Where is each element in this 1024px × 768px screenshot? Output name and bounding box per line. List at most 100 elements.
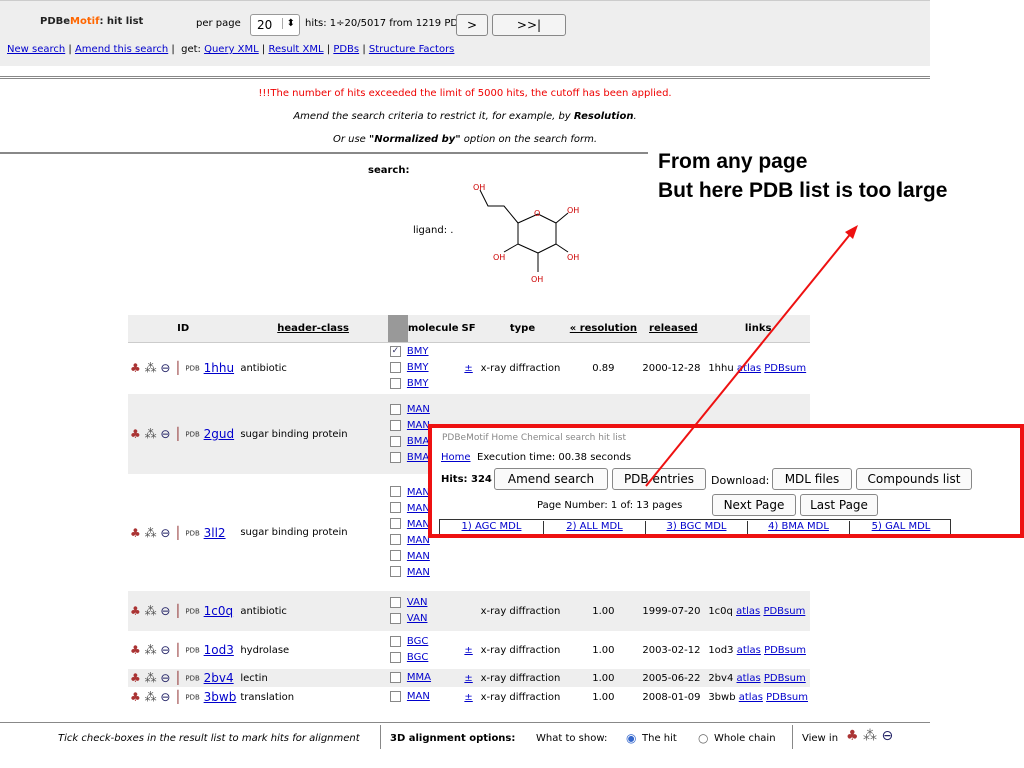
entry-id-link[interactable]: 3bwb	[204, 690, 237, 704]
popup-home-link[interactable]: Home	[441, 452, 471, 463]
released-sort-link[interactable]: released	[649, 323, 698, 334]
astex-icon[interactable]: ⁂	[145, 604, 157, 618]
jmol-icon[interactable]: ♣	[130, 361, 141, 375]
pdb-file-icon[interactable]: PDB	[185, 694, 199, 702]
pdb-file-icon[interactable]: PDB	[185, 647, 199, 655]
entry-id-link[interactable]: 2gud	[204, 427, 234, 441]
radio-hit-label[interactable]: The hit	[642, 733, 677, 744]
header-class-sort-link[interactable]: header-class	[277, 323, 349, 334]
sequence-icon[interactable]: │	[174, 361, 181, 375]
molecule-link[interactable]: VAN	[407, 613, 428, 624]
openastex-icon[interactable]: ⊖	[160, 427, 170, 441]
sf-cell[interactable]: ±	[458, 342, 479, 394]
amend-search-button[interactable]: Amend search	[494, 468, 608, 490]
atlas-link[interactable]: atlas	[737, 673, 761, 684]
alignment-checkbox[interactable]	[389, 635, 401, 647]
astex-icon[interactable]: ⁂	[145, 671, 157, 685]
openastex-viewer-icon[interactable]: ⊖	[881, 728, 893, 744]
mdl-tab[interactable]: 2) ALL MDL	[544, 521, 646, 534]
molecule-link[interactable]: BGC	[407, 652, 428, 663]
molecule-link[interactable]: MAN	[407, 519, 430, 530]
entry-id-link[interactable]: 1c0q	[204, 604, 233, 618]
alignment-checkbox[interactable]	[389, 596, 401, 608]
openastex-icon[interactable]: ⊖	[160, 526, 170, 540]
compounds-list-button[interactable]: Compounds list	[856, 468, 972, 490]
astex-icon[interactable]: ⁂	[145, 526, 157, 540]
radio-hit-icon[interactable]: ◉	[626, 731, 636, 745]
molecule-link[interactable]: BMY	[407, 362, 429, 373]
alignment-checkbox[interactable]: ✓	[389, 345, 401, 357]
jmol-icon[interactable]: ♣	[130, 643, 141, 657]
sequence-icon[interactable]: │	[174, 604, 181, 618]
jmol-icon[interactable]: ♣	[130, 604, 141, 618]
molecule-link[interactable]: BMA	[407, 436, 429, 447]
radio-chain-label[interactable]: Whole chain	[714, 733, 776, 744]
molecule-link[interactable]: MMA	[407, 672, 431, 683]
alignment-checkbox[interactable]	[389, 361, 401, 373]
sequence-icon[interactable]: │	[174, 643, 181, 657]
jmol-icon[interactable]: ♣	[130, 690, 141, 704]
sequence-icon[interactable]: │	[174, 427, 181, 441]
mdl-tab[interactable]: 5) GAL MDL	[850, 521, 950, 534]
openastex-icon[interactable]: ⊖	[160, 690, 170, 704]
astex-icon[interactable]: ⁂	[145, 427, 157, 441]
astex-icon[interactable]: ⁂	[145, 690, 157, 704]
molecule-link[interactable]: MAN	[407, 551, 430, 562]
entry-id-link[interactable]: 1hhu	[204, 361, 234, 375]
amend-search-link[interactable]: Amend this search	[75, 44, 168, 55]
radio-chain-icon[interactable]: ○	[698, 731, 708, 745]
openastex-icon[interactable]: ⊖	[160, 604, 170, 618]
openastex-icon[interactable]: ⊖	[160, 671, 170, 685]
col-resolution[interactable]: « resolution	[566, 315, 641, 343]
alignment-checkbox[interactable]	[389, 486, 401, 497]
molecule-link[interactable]: MAN	[407, 503, 430, 514]
sf-cell[interactable]: ±	[458, 687, 479, 707]
alignment-checkbox[interactable]	[389, 550, 401, 561]
alignment-checkbox[interactable]	[389, 651, 401, 663]
per-page-select[interactable]: 20 ⬍	[250, 14, 300, 36]
mdl-tab[interactable]: 3) BGC MDL	[646, 521, 748, 534]
alignment-checkbox[interactable]	[389, 612, 401, 624]
openastex-icon[interactable]: ⊖	[160, 361, 170, 375]
molecule-link[interactable]: BMY	[407, 378, 429, 389]
entry-id-link[interactable]: 3ll2	[204, 526, 226, 540]
molecule-link[interactable]: MAN	[407, 420, 430, 431]
molecule-link[interactable]: BMY	[407, 346, 429, 357]
sf-cell[interactable]: ±	[458, 631, 479, 669]
molecule-link[interactable]: VAN	[407, 597, 428, 608]
mdl-files-button[interactable]: MDL files	[772, 468, 852, 490]
pdbsum-link[interactable]: PDBsum	[764, 673, 806, 684]
pdbsum-link[interactable]: PDBsum	[766, 692, 808, 703]
pdb-file-icon[interactable]: PDB	[185, 365, 199, 373]
astex-icon[interactable]: ⁂	[145, 643, 157, 657]
col-header-class[interactable]: header-class	[238, 315, 388, 343]
alignment-checkbox[interactable]	[389, 690, 401, 702]
entry-id-link[interactable]: 2bv4	[204, 671, 234, 685]
next-page-popup-button[interactable]: Next Page	[712, 494, 796, 516]
pdbs-link[interactable]: PDBs	[333, 44, 359, 55]
alignment-checkbox[interactable]	[389, 518, 401, 529]
mdl-tab[interactable]: 4) BMA MDL	[748, 521, 850, 534]
atlas-link[interactable]: atlas	[739, 692, 763, 703]
sf-link[interactable]: ±	[464, 645, 472, 656]
alignment-checkbox[interactable]	[389, 403, 401, 415]
sf-link[interactable]: ±	[464, 692, 472, 703]
spinner-arrows-icon[interactable]: ⬍	[281, 18, 295, 29]
structure-factors-link[interactable]: Structure Factors	[369, 44, 455, 55]
jmol-viewer-icon[interactable]: ♣	[846, 728, 859, 744]
sequence-icon[interactable]: │	[174, 526, 181, 540]
mdl-tab-link[interactable]: 3) BGC MDL	[667, 521, 727, 532]
sf-cell[interactable]	[458, 591, 479, 631]
pdbsum-link[interactable]: PDBsum	[764, 645, 806, 656]
molecule-link[interactable]: MAN	[407, 535, 430, 546]
molecule-link[interactable]: BGC	[407, 636, 428, 647]
alignment-checkbox[interactable]	[389, 534, 401, 545]
entry-id-link[interactable]: 1od3	[204, 643, 234, 657]
atlas-link[interactable]: atlas	[737, 363, 761, 374]
last-page-button[interactable]: >>|	[492, 14, 566, 36]
mdl-tab-link[interactable]: 2) ALL MDL	[566, 521, 623, 532]
alignment-checkbox[interactable]	[389, 419, 401, 431]
result-xml-link[interactable]: Result XML	[268, 44, 323, 55]
molecule-link[interactable]: MAN	[407, 404, 430, 415]
pdbsum-link[interactable]: PDBsum	[763, 606, 805, 617]
